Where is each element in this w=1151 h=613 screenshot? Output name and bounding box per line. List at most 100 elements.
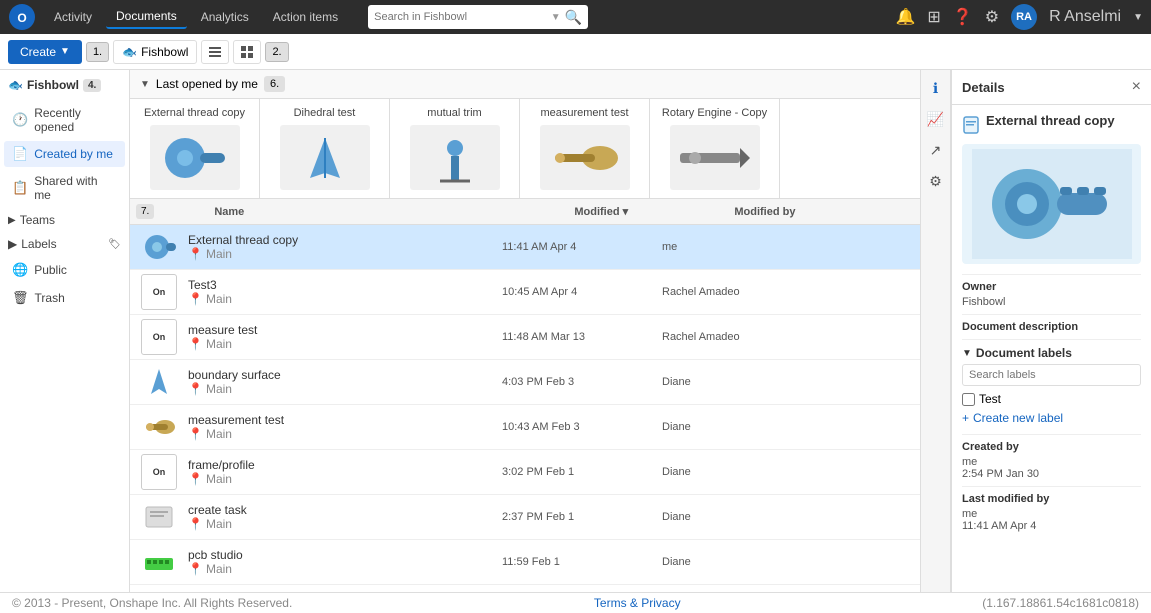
trash-icon: 🗑 bbox=[12, 290, 29, 306]
sidebar-item-shared-with-me[interactable]: 📋 Shared with me bbox=[4, 169, 125, 207]
nav-activity[interactable]: Activity bbox=[44, 6, 102, 28]
search-dropdown-icon[interactable]: ▼ bbox=[551, 12, 561, 23]
thumbnail-dihedral-test[interactable]: Dihedral test bbox=[260, 99, 390, 198]
nav-documents[interactable]: Documents bbox=[106, 5, 187, 29]
footer-terms[interactable]: Terms & Privacy bbox=[594, 596, 681, 610]
sidebar-fish-icon: 🐟 bbox=[8, 78, 23, 92]
labels-add-icon[interactable]: 🏷 bbox=[108, 239, 121, 250]
avatar[interactable]: RA bbox=[1011, 4, 1037, 30]
sidebar-item-public[interactable]: 🌐 Public bbox=[4, 257, 125, 283]
row-modified-3: 4:03 PM Feb 3 bbox=[496, 372, 656, 392]
list-view-button[interactable] bbox=[201, 40, 229, 64]
sidebar-item-created-by-me[interactable]: 📄 Created by me bbox=[4, 141, 125, 167]
details-panel: Details × External thread copy bbox=[951, 70, 1151, 592]
filter-arrow-icon: ▼ bbox=[140, 79, 150, 90]
column-modified[interactable]: Modified ▾ bbox=[566, 199, 726, 224]
pin-icon: 📍 bbox=[188, 247, 203, 261]
thumbnail-mutual-trim[interactable]: mutual trim bbox=[390, 99, 520, 198]
table-row[interactable]: On Test3 📍 Main 10:45 AM Apr 4 Rachel Am… bbox=[130, 270, 920, 315]
thumbnail-rotary-engine[interactable]: Rotary Engine - Copy bbox=[650, 99, 780, 198]
row-modifiedby-1: Rachel Amadeo bbox=[656, 282, 914, 302]
table-body: External thread copy 📍 Main 11:41 AM Apr… bbox=[130, 225, 920, 592]
row-icon-1: On bbox=[136, 270, 182, 314]
last-modified-value: me bbox=[962, 508, 1141, 520]
teams-arrow-icon: ▶ bbox=[8, 215, 16, 226]
sidebar-badge: 4. bbox=[83, 79, 101, 92]
settings-icon[interactable]: ⚙ bbox=[985, 7, 999, 27]
table-row[interactable]: On frame/profile 📍 Main 3:02 PM Feb 1 Di… bbox=[130, 450, 920, 495]
thumbnail-img-3 bbox=[540, 125, 630, 190]
doc-labels-header[interactable]: ▼ Document labels bbox=[962, 346, 1141, 360]
row-name-6: create task bbox=[188, 503, 490, 517]
row-modifiedby-4: Diane bbox=[656, 417, 914, 437]
thumbnail-external-thread-copy[interactable]: External thread copy bbox=[130, 99, 260, 198]
sidebar-item-trash[interactable]: 🗑 Trash bbox=[4, 285, 125, 311]
settings-tab-icon[interactable]: ⚙ bbox=[925, 169, 946, 194]
row-name-7: pcb studio bbox=[188, 548, 490, 562]
owner-value: Fishbowl bbox=[962, 296, 1141, 308]
pin-icon: 📍 bbox=[188, 292, 203, 306]
labels-label: Labels bbox=[21, 237, 56, 251]
apps-icon[interactable]: ⊞ bbox=[927, 7, 940, 27]
row-name-col-4: measurement test 📍 Main bbox=[182, 409, 496, 445]
details-doc-name: External thread copy bbox=[986, 113, 1115, 128]
row-icon-2: On bbox=[136, 315, 182, 359]
created-by-label: Created by bbox=[962, 441, 1141, 453]
nav-action-items[interactable]: Action items bbox=[263, 6, 348, 28]
table-row[interactable]: pcb studio 📍 Main 11:59 Feb 1 Diane bbox=[130, 540, 920, 585]
detail-view-button[interactable] bbox=[233, 40, 261, 64]
sidebar-header[interactable]: 🐟 Fishbowl 4. bbox=[0, 70, 129, 100]
user-name[interactable]: R Anselmi bbox=[1049, 8, 1121, 26]
nav-analytics[interactable]: Analytics bbox=[191, 6, 259, 28]
row-icon-6 bbox=[136, 495, 182, 539]
label-text-test: Test bbox=[979, 392, 1001, 406]
toolbar-brand[interactable]: 🐟 Fishbowl bbox=[113, 40, 197, 64]
details-thumbnail-svg bbox=[972, 149, 1132, 259]
table-row[interactable]: measurement test 📍 Main 10:43 AM Feb 3 D… bbox=[130, 405, 920, 450]
row-name-col-6: create task 📍 Main bbox=[182, 499, 496, 535]
teams-label: Teams bbox=[20, 213, 55, 227]
thumbnail-img-2 bbox=[410, 125, 500, 190]
create-new-label-button[interactable]: + Create new label bbox=[962, 408, 1141, 428]
user-dropdown-icon[interactable]: ▼ bbox=[1133, 12, 1143, 23]
toolbar-badge-1[interactable]: 1. bbox=[86, 42, 109, 62]
row-modified-6: 2:37 PM Feb 1 bbox=[496, 507, 656, 527]
chart-tab-icon[interactable]: 📈 bbox=[923, 107, 948, 132]
share-icon: 📋 bbox=[12, 180, 28, 196]
thumbnail-img-0 bbox=[150, 125, 240, 190]
table-row[interactable]: boundary surface 📍 Main 4:03 PM Feb 3 Di… bbox=[130, 360, 920, 405]
column-name[interactable]: Name bbox=[206, 200, 566, 224]
share-tab-icon[interactable]: ↗ bbox=[926, 138, 946, 163]
thumbnails-row: External thread copy Dihedral test bbox=[130, 99, 920, 199]
table-header-row: 7. Name Modified ▾ Modified by bbox=[130, 199, 920, 225]
row-name-col-3: boundary surface 📍 Main bbox=[182, 364, 496, 400]
thumbnail-measurement-test[interactable]: measurement test bbox=[520, 99, 650, 198]
table-row[interactable]: External thread copy 📍 Main 11:41 AM Apr… bbox=[130, 225, 920, 270]
public-label: Public bbox=[34, 263, 67, 277]
column-modified-by[interactable]: Modified by bbox=[726, 200, 908, 224]
sidebar-item-labels[interactable]: ▶ Labels 🏷 bbox=[0, 232, 129, 256]
sidebar-item-teams[interactable]: ▶ Teams bbox=[0, 208, 129, 232]
row-name-2: measure test bbox=[188, 323, 490, 337]
pin-icon: 📍 bbox=[188, 562, 203, 576]
sidebar-item-recently-opened[interactable]: 🕐 Recently opened bbox=[4, 101, 125, 139]
notifications-icon[interactable]: 🔔 bbox=[895, 7, 915, 27]
label-checkbox-test[interactable] bbox=[962, 393, 975, 406]
create-button[interactable]: Create ▼ bbox=[8, 40, 82, 64]
help-icon[interactable]: ❓ bbox=[953, 7, 973, 27]
footer-version: (1.167.18861.54c1681c0818) bbox=[982, 596, 1139, 610]
row-sub-0: 📍 Main bbox=[188, 247, 490, 261]
created-by-value: me bbox=[962, 456, 1141, 468]
thumbnail-img-1 bbox=[280, 125, 370, 190]
row-name-4: measurement test bbox=[188, 413, 490, 427]
table-row[interactable]: create task 📍 Main 2:37 PM Feb 1 Diane bbox=[130, 495, 920, 540]
document-icon: 📄 bbox=[12, 146, 28, 162]
search-input[interactable] bbox=[374, 11, 547, 23]
info-tab-icon[interactable]: ℹ bbox=[929, 76, 942, 101]
search-labels-input[interactable] bbox=[962, 364, 1141, 386]
table-row[interactable]: On measure test 📍 Main 11:48 AM Mar 13 R… bbox=[130, 315, 920, 360]
create-caret-icon: ▼ bbox=[60, 46, 70, 57]
search-icon[interactable]: 🔍 bbox=[565, 9, 582, 26]
filter-label: Last opened by me bbox=[156, 77, 258, 91]
details-close-button[interactable]: × bbox=[1132, 78, 1141, 96]
